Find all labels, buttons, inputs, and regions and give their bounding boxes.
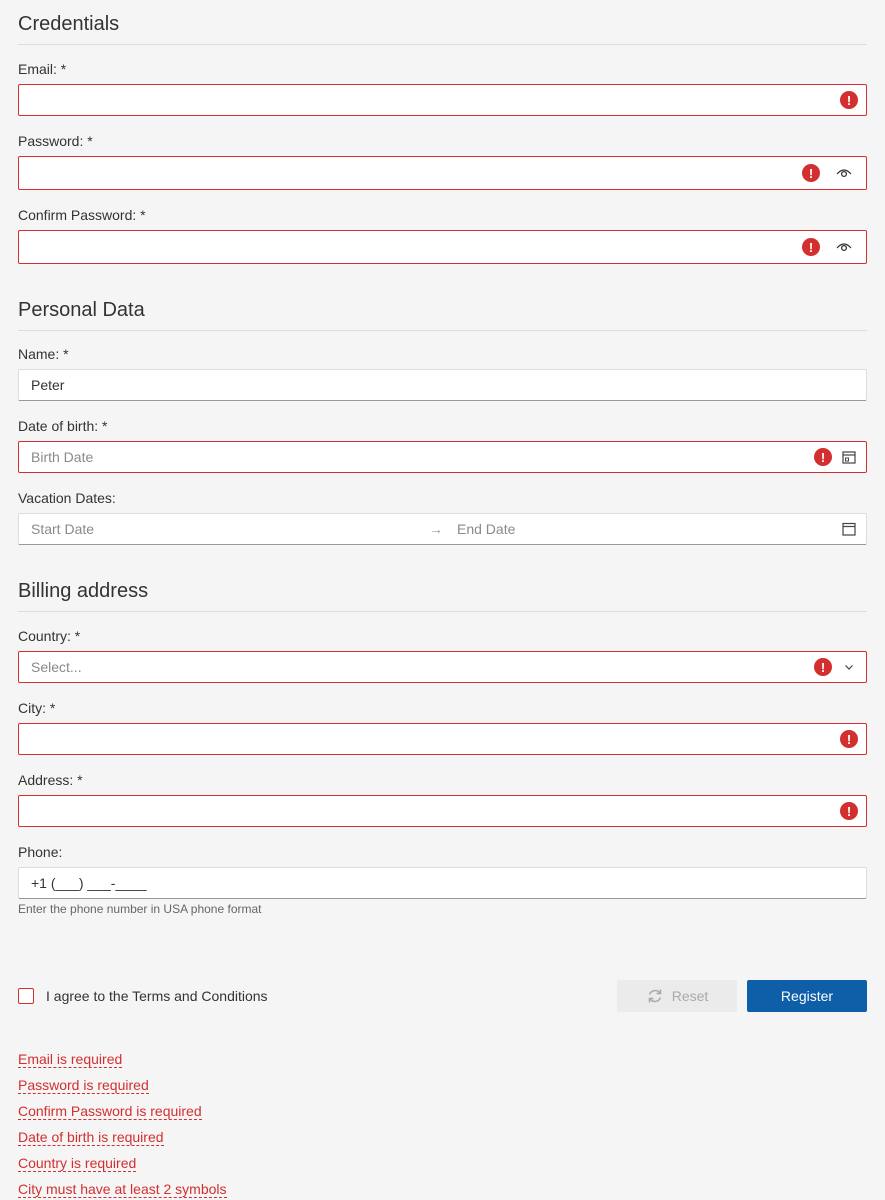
city-label: City: * xyxy=(18,700,56,716)
dob-field[interactable]: Birth Date ! xyxy=(18,441,867,473)
dob-placeholder: Birth Date xyxy=(31,449,94,465)
name-label: Name: * xyxy=(18,346,69,362)
name-field[interactable]: Peter xyxy=(18,369,867,401)
agree-checkbox[interactable] xyxy=(18,988,34,1004)
chevron-down-icon[interactable] xyxy=(841,659,857,675)
password-label: Password: * xyxy=(18,133,93,149)
error-icon: ! xyxy=(840,91,858,109)
personal-data-title: Personal Data xyxy=(18,298,867,331)
vacation-label: Vacation Dates: xyxy=(18,490,116,506)
name-value: Peter xyxy=(31,377,65,393)
phone-hint: Enter the phone number in USA phone form… xyxy=(18,902,262,916)
error-link-country[interactable]: Country is required xyxy=(18,1155,137,1172)
billing-title: Billing address xyxy=(18,579,867,612)
register-button[interactable]: Register xyxy=(747,980,867,1012)
phone-value: +1 (___) ___-____ xyxy=(31,875,147,891)
eye-icon[interactable] xyxy=(836,165,852,181)
calendar-icon[interactable] xyxy=(841,521,857,537)
reset-label: Reset xyxy=(671,988,709,1004)
error-link-password[interactable]: Password is required xyxy=(18,1077,149,1094)
confirm-password-field[interactable]: ! xyxy=(18,230,867,264)
agree-label[interactable]: I agree to the Terms and Conditions xyxy=(46,988,268,1004)
confirm-password-label: Confirm Password: * xyxy=(18,207,146,223)
range-arrow: → xyxy=(429,521,443,537)
country-select[interactable]: Select... ! xyxy=(18,651,867,683)
error-link-city[interactable]: City must have at least 2 symbols xyxy=(18,1181,227,1198)
start-date-input[interactable]: Start Date xyxy=(31,514,94,544)
end-date-input[interactable]: End Date xyxy=(457,514,515,544)
country-label: Country: * xyxy=(18,628,81,644)
error-icon: ! xyxy=(814,658,832,676)
email-field[interactable]: ! xyxy=(18,84,867,116)
vacation-range-field[interactable]: Start Date → End Date xyxy=(18,513,867,545)
eye-icon[interactable] xyxy=(836,239,852,255)
error-link-email[interactable]: Email is required xyxy=(18,1051,123,1068)
dob-label: Date of birth: * xyxy=(18,418,108,434)
error-link-dob[interactable]: Date of birth is required xyxy=(18,1129,164,1146)
credentials-title: Credentials xyxy=(18,12,867,45)
phone-field[interactable]: +1 (___) ___-____ xyxy=(18,867,867,899)
reset-button[interactable]: Reset xyxy=(617,980,737,1012)
error-icon: ! xyxy=(814,448,832,466)
error-link-confirm-password[interactable]: Confirm Password is required xyxy=(18,1103,202,1120)
address-field[interactable]: ! xyxy=(18,795,867,827)
refresh-icon xyxy=(646,987,664,1005)
error-icon: ! xyxy=(840,730,858,748)
address-label: Address: * xyxy=(18,772,83,788)
calendar-icon[interactable] xyxy=(841,449,857,465)
error-icon: ! xyxy=(802,164,820,182)
city-field[interactable]: ! xyxy=(18,723,867,755)
error-icon: ! xyxy=(840,802,858,820)
error-icon: ! xyxy=(802,238,820,256)
country-placeholder: Select... xyxy=(31,659,82,675)
email-label: Email: * xyxy=(18,61,67,77)
password-field[interactable]: ! xyxy=(18,156,867,190)
phone-label: Phone: xyxy=(18,844,63,860)
